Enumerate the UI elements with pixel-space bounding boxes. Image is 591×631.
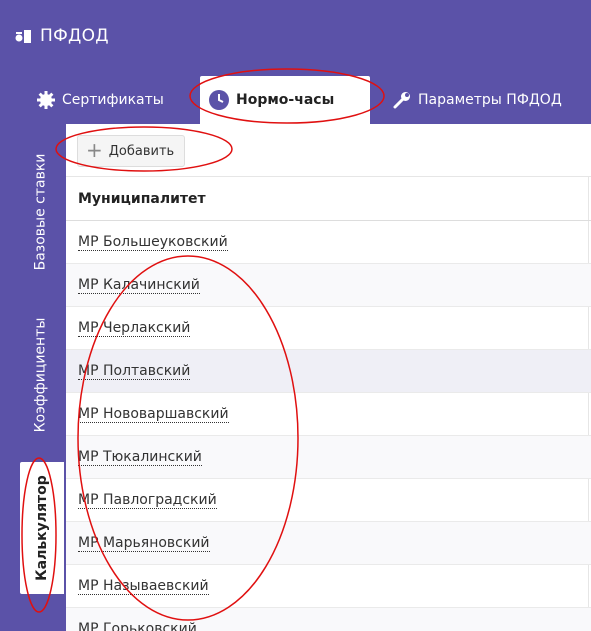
- municipality-link[interactable]: МР Горьковский: [78, 621, 197, 631]
- tab-label: Нормо-часы: [236, 92, 335, 108]
- clock-icon: [209, 90, 229, 110]
- municipality-link[interactable]: МР Марьяновский: [78, 535, 210, 552]
- wrench-icon: [393, 92, 410, 109]
- tab-label: Сертификаты: [62, 92, 164, 108]
- main-content: + Добавить Муниципалитет МР Большеуковск…: [66, 124, 591, 631]
- plus-icon: +: [86, 138, 103, 162]
- table-row[interactable]: МР Называевский: [66, 565, 591, 608]
- sidebar: Базовые ставки Коэффициенты Калькулятор: [0, 124, 66, 631]
- municipality-link[interactable]: МР Черлакский: [78, 320, 191, 337]
- tab-pfdod-params[interactable]: Параметры ПФДОД: [384, 76, 570, 124]
- toolbar: + Добавить: [66, 124, 591, 177]
- municipality-link[interactable]: МР Называевский: [78, 578, 209, 595]
- table-row[interactable]: МР Тюкалинский: [66, 436, 591, 479]
- municipality-table: Муниципалитет МР Большеуковский МР Калачи…: [66, 177, 591, 631]
- table-body: МР Большеуковский МР Калачинский МР Черлак…: [66, 221, 591, 631]
- sidebar-item-base-rates[interactable]: Базовые ставки: [18, 132, 62, 292]
- sidebar-item-label: Калькулятор: [34, 475, 50, 581]
- table-row[interactable]: МР Нововаршавский: [66, 393, 591, 436]
- sidebar-item-calculator[interactable]: Калькулятор: [20, 462, 64, 594]
- tab-certificates[interactable]: Сертификаты: [28, 76, 172, 124]
- table-row[interactable]: МР Павлоградский: [66, 479, 591, 522]
- table-row[interactable]: МР Калачинский: [66, 264, 591, 307]
- top-bar: ПФДОД: [0, 0, 591, 68]
- sidebar-item-label: Коэффициенты: [32, 317, 48, 433]
- add-button-label: Добавить: [108, 143, 175, 159]
- logo-icon: [15, 30, 31, 43]
- municipality-link[interactable]: МР Нововаршавский: [78, 406, 229, 423]
- gear-icon: [37, 91, 55, 109]
- table-row[interactable]: МР Марьяновский: [66, 522, 591, 565]
- add-button[interactable]: + Добавить: [77, 135, 186, 167]
- table-row[interactable]: МР Черлакский: [66, 307, 591, 350]
- sidebar-item-coefficients[interactable]: Коэффициенты: [18, 292, 62, 458]
- column-header-municipality[interactable]: Муниципалитет: [66, 177, 591, 221]
- municipality-link[interactable]: МР Калачинский: [78, 277, 200, 294]
- municipality-link[interactable]: МР Полтавский: [78, 363, 191, 380]
- table-row[interactable]: МР Горьковский: [66, 608, 591, 631]
- table-row[interactable]: МР Полтавский: [66, 350, 591, 393]
- municipality-link[interactable]: МР Тюкалинский: [78, 449, 202, 466]
- municipality-link[interactable]: МР Павлоградский: [78, 492, 217, 509]
- brand[interactable]: ПФДОД: [14, 26, 109, 46]
- tab-label: Параметры ПФДОД: [418, 92, 562, 108]
- municipality-link[interactable]: МР Большеуковский: [78, 234, 228, 251]
- tabs-bar: Сертификаты Нормо-часы Параметры ПФДОД: [0, 68, 591, 124]
- app-title: ПФДОД: [40, 26, 109, 46]
- tab-norm-hours[interactable]: Нормо-часы: [200, 76, 370, 124]
- sidebar-item-label: Базовые ставки: [32, 153, 48, 271]
- table-row[interactable]: МР Большеуковский: [66, 221, 591, 264]
